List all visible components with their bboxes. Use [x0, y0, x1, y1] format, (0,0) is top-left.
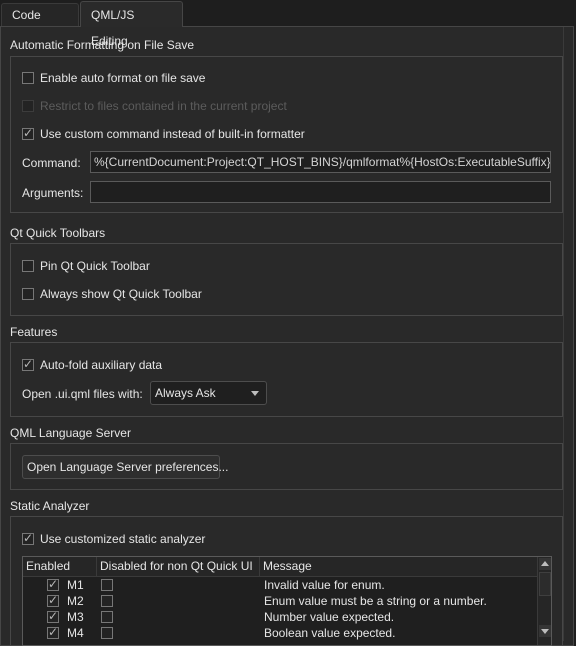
checkbox-checked-icon[interactable]: [22, 126, 34, 140]
arguments-input[interactable]: [90, 181, 551, 203]
disabled-non-qtquick-checkbox[interactable]: [101, 595, 113, 607]
checkbox-icon[interactable]: [22, 288, 34, 300]
features-group: [10, 342, 563, 417]
enabled-checkbox[interactable]: [47, 625, 59, 639]
arguments-label: Arguments:: [22, 186, 84, 200]
table-row[interactable]: M2 Enum value must be a string or a numb…: [23, 593, 537, 609]
tab-code-style[interactable]: Code Style: [1, 3, 79, 45]
scroll-up-arrow-icon[interactable]: [539, 558, 551, 570]
message-code: M4: [67, 626, 84, 640]
language-server-group-title: QML Language Server: [10, 426, 131, 440]
disabled-non-qtquick-checkbox[interactable]: [101, 611, 113, 623]
column-header-disabled-non-qtquick[interactable]: Disabled for non Qt Quick UI: [97, 557, 260, 576]
table-row[interactable]: M3 Number value expected.: [23, 609, 537, 625]
table-row[interactable]: M4 Boolean value expected.: [23, 625, 537, 641]
checkbox-icon: [22, 100, 34, 112]
auto-fold-label: Auto-fold auxiliary data: [40, 358, 163, 372]
table-row[interactable]: M1 Invalid value for enum.: [23, 577, 537, 593]
table-header: Enabled Disabled for non Qt Quick UI Mes…: [23, 557, 537, 577]
open-with-value: Always Ask: [155, 386, 216, 400]
scroll-down-arrow-icon[interactable]: [539, 625, 551, 637]
analyzer-messages-table: Enabled Disabled for non Qt Quick UI Mes…: [22, 556, 552, 646]
disabled-non-qtquick-checkbox[interactable]: [101, 627, 113, 639]
message-code: M2: [67, 594, 84, 608]
tab-qml-js-editing[interactable]: QML/JS Editing: [80, 1, 183, 48]
restrict-to-project-checkbox: Restrict to files contained in the curre…: [22, 99, 287, 113]
enabled-checkbox[interactable]: [47, 609, 59, 623]
page-scrollbar-track[interactable]: [563, 27, 574, 641]
enabled-checkbox[interactable]: [47, 577, 59, 591]
enable-auto-format-checkbox[interactable]: Enable auto format on file save: [22, 71, 205, 85]
enable-auto-format-label: Enable auto format on file save: [40, 71, 206, 85]
toolbars-group: [10, 243, 563, 316]
scrollbar-handle[interactable]: [539, 572, 551, 596]
restrict-to-project-label: Restrict to files contained in the curre…: [40, 99, 287, 113]
message-code: M3: [67, 610, 84, 624]
toolbars-group-title: Qt Quick Toolbars: [10, 226, 106, 240]
column-header-message[interactable]: Message: [260, 557, 537, 576]
message-text: Enum value must be a string or a number.: [264, 594, 487, 608]
open-language-server-preferences-button[interactable]: Open Language Server preferences...: [22, 455, 228, 479]
message-code: M1: [67, 578, 84, 592]
checkbox-icon[interactable]: [22, 260, 34, 272]
use-custom-command-label: Use custom command instead of built-in f…: [40, 127, 305, 141]
open-with-select[interactable]: Always Ask: [150, 381, 267, 405]
use-customized-analyzer-label: Use customized static analyzer: [40, 532, 206, 546]
use-customized-analyzer-checkbox[interactable]: Use customized static analyzer: [22, 531, 206, 546]
table-scrollbar[interactable]: [537, 557, 551, 645]
enabled-checkbox[interactable]: [47, 593, 59, 607]
message-text: Number value expected.: [264, 610, 395, 624]
checkbox-checked-icon[interactable]: [22, 531, 34, 545]
message-text: Invalid value for enum.: [264, 578, 385, 592]
command-input[interactable]: %{CurrentDocument:Project:QT_HOST_BINS}/…: [90, 151, 551, 173]
features-group-title: Features: [10, 325, 58, 339]
open-with-label: Open .ui.qml files with:: [22, 387, 143, 401]
auto-fold-checkbox[interactable]: Auto-fold auxiliary data: [22, 357, 163, 372]
tab-bar: Code Style QML/JS Editing: [0, 0, 576, 48]
pin-toolbar-checkbox[interactable]: Pin Qt Quick Toolbar: [22, 259, 150, 273]
disabled-non-qtquick-checkbox[interactable]: [101, 579, 113, 591]
static-analyzer-group-title: Static Analyzer: [10, 499, 90, 513]
always-show-toolbar-label: Always show Qt Quick Toolbar: [40, 287, 202, 301]
pin-toolbar-label: Pin Qt Quick Toolbar: [40, 259, 150, 273]
always-show-toolbar-checkbox[interactable]: Always show Qt Quick Toolbar: [22, 287, 202, 301]
column-header-enabled[interactable]: Enabled: [23, 557, 97, 576]
checkbox-checked-icon[interactable]: [22, 357, 34, 371]
use-custom-command-checkbox[interactable]: Use custom command instead of built-in f…: [22, 126, 305, 141]
checkbox-icon[interactable]: [22, 72, 34, 84]
message-text: Boolean value expected.: [264, 626, 396, 640]
command-label: Command:: [22, 156, 81, 170]
chevron-down-icon: [251, 391, 259, 396]
